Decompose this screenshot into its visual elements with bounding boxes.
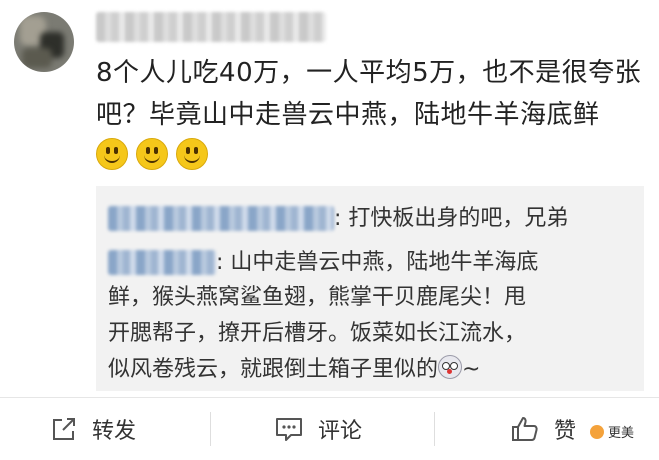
reply-quote-box[interactable]: : 打快板出身的吧，兄弟 : 山中走兽云中燕，陆地牛羊海底 鲜，猴头燕窝鲨鱼翅，… (96, 186, 644, 391)
reply-author-blurred[interactable] (108, 206, 334, 231)
like-button[interactable]: 赞 (510, 398, 576, 460)
reply-text: 山中走兽云中燕，陆地牛羊海底 (223, 250, 539, 275)
share-icon (53, 418, 75, 440)
avatar[interactable] (14, 12, 74, 72)
username-blurred[interactable] (96, 12, 326, 42)
forward-label: 转发 (92, 419, 137, 444)
reply-1: : 打快板出身的吧，兄弟 (108, 200, 568, 232)
toolbar-separator (210, 412, 211, 446)
comment-content: 8个人儿吃40万，一人平均5万，也不是很夸张吧？毕竟山中走兽云中燕，陆地牛羊海底… (96, 52, 644, 178)
smile-emoji-icon (176, 138, 208, 170)
comment-label: 评论 (318, 419, 363, 444)
scared-face-emoji-icon (438, 355, 463, 379)
watermark-text: 更美 (608, 426, 635, 441)
smile-emoji-icon (96, 138, 128, 170)
reply-text: 打快板出身的吧，兄弟 (341, 206, 569, 231)
action-toolbar: 转发 评论 赞 (0, 398, 659, 460)
watermark: 更美 (590, 422, 634, 441)
thumbs-up-icon (512, 417, 538, 441)
comment-icon (276, 418, 302, 441)
reply-author-blurred[interactable] (108, 250, 216, 275)
watermark-logo-icon (590, 424, 604, 439)
reply-2-line-3: 开腮帮子，撩开后槽牙。饭菜如长江流水， (108, 321, 527, 346)
comment-text: 8个人儿吃40万，一人平均5万，也不是很夸张吧？毕竟山中走兽云中燕，陆地牛羊海底… (96, 58, 642, 130)
smile-emoji-icon (136, 138, 168, 170)
reply-2-line-1: : 山中走兽云中燕，陆地牛羊海底 (108, 244, 538, 276)
reply-2-line-4: 似风卷残云，就跟倒土箱子里似的 ~ (108, 355, 481, 382)
forward-button[interactable]: 转发 (50, 398, 136, 460)
like-label: 赞 (554, 419, 577, 444)
reply-2-line-2: 鲜，猴头燕窝鲨鱼翅，熊掌干贝鹿尾尖！甩 (108, 285, 527, 310)
toolbar-separator (434, 412, 435, 446)
comment-button[interactable]: 评论 (274, 398, 362, 460)
